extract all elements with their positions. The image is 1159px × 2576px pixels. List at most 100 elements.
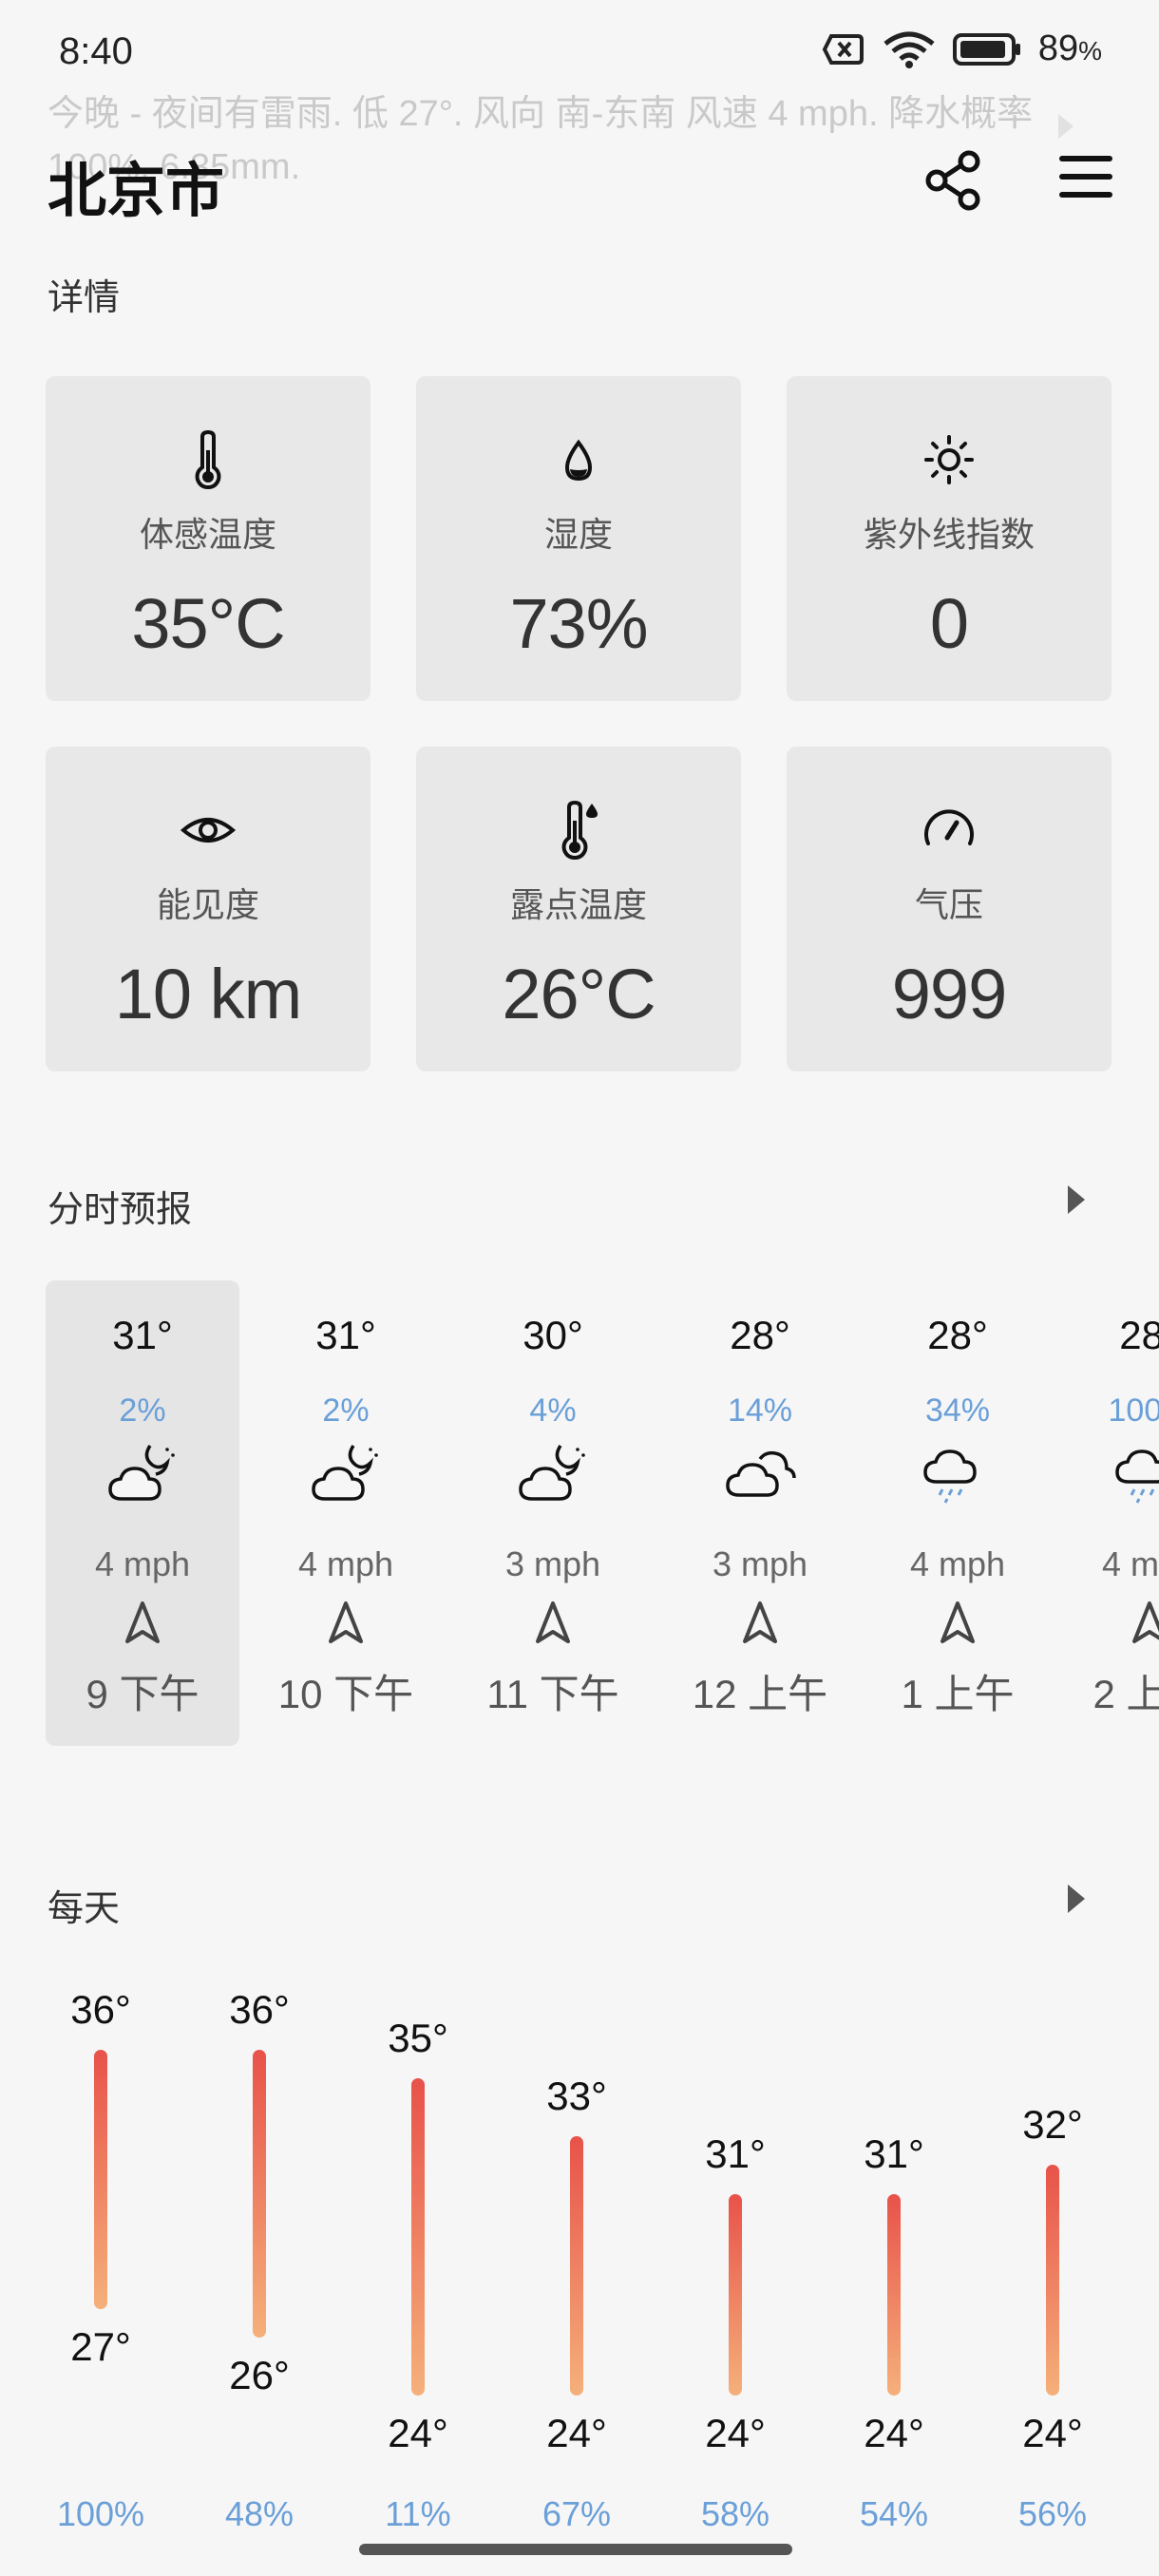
hourly-item[interactable]: 28° 14% 3 mph 12 上午 (663, 1280, 857, 1746)
hourly-item[interactable]: 31° 2% 4 mph 10 下午 (249, 1280, 443, 1746)
wind-direction-icon (939, 1600, 977, 1645)
daily-item[interactable]: 36° 26° 48% (183, 1957, 335, 2546)
day-high-temp: 35° (388, 2016, 448, 2061)
hour-precip: 14% (727, 1392, 793, 1429)
humidity-card[interactable]: 湿度 73% (416, 376, 741, 701)
card-value: 0 (929, 584, 969, 663)
day-low-temp: 24° (705, 2411, 766, 2455)
hourly-forecast-list[interactable]: 31° 2% 4 mph 9 下午 31° 2% 4 mph 10 下午 30°… (46, 1280, 1159, 1746)
hour-precip: 34% (924, 1392, 991, 1429)
menu-icon (1059, 156, 1112, 161)
drizzle-icon (920, 1440, 996, 1506)
day-temp-range-bar (94, 2050, 107, 2309)
hour-temp: 31° (112, 1313, 173, 1357)
daily-section-title: 每天 (48, 1889, 121, 1929)
day-low-temp: 24° (864, 2411, 924, 2455)
hour-temp: 30° (522, 1313, 583, 1357)
hour-precip: 2% (322, 1392, 370, 1429)
status-icons: 89% (822, 28, 1102, 69)
day-temp-range-bar (729, 2193, 742, 2396)
hourly-expand-icon[interactable] (1068, 1185, 1085, 1214)
wind-direction-icon (124, 1600, 162, 1645)
day-high-temp: 32° (1022, 2102, 1083, 2148)
card-value: 10 km (114, 955, 303, 1033)
day-temp-range-bar (887, 2193, 901, 2396)
details-section-title: 详情 (48, 278, 121, 318)
day-precip: 11% (385, 2494, 451, 2533)
daily-expand-icon[interactable] (1068, 1885, 1085, 1913)
wind-direction-icon (1130, 1600, 1159, 1645)
hour-time: 10 下午 (277, 1672, 414, 1716)
card-label: 露点温度 (509, 885, 647, 924)
hour-time: 12 上午 (692, 1672, 828, 1716)
hourly-item[interactable]: 28° 100% 4 mph 2 上午 (1053, 1280, 1159, 1746)
status-time: 8:40 (59, 30, 133, 72)
home-indicator[interactable] (359, 2544, 792, 2555)
daily-item[interactable]: 31° 24° 58% (659, 1957, 811, 2546)
day-temp-range-bar (253, 2050, 266, 2339)
daily-item[interactable]: 31° 24° 54% (818, 1957, 970, 2546)
dew-point-thermometer-icon (561, 800, 598, 861)
hour-time: 2 上午 (1092, 1672, 1159, 1716)
humidity-drop-icon (564, 439, 593, 482)
hourly-item[interactable]: 31° 2% 4 mph 9 下午 (46, 1280, 239, 1746)
day-temp-range-bar (1046, 2165, 1059, 2396)
day-precip: 58% (700, 2494, 770, 2533)
feels-like-card[interactable]: 体感温度 35°C (46, 376, 370, 701)
hour-temp: 28° (927, 1313, 988, 1357)
hour-temp: 28° (1119, 1313, 1159, 1357)
daily-item[interactable]: 36° 27° 100% (25, 1957, 177, 2546)
visibility-eye-icon (180, 818, 237, 843)
hour-precip: 100% (1108, 1392, 1159, 1429)
pressure-card[interactable]: 气压 999 (787, 747, 1112, 1071)
wind-direction-icon (534, 1600, 572, 1645)
city-title: 北京市 (48, 159, 225, 224)
day-high-temp: 33° (546, 2074, 607, 2118)
daily-item[interactable]: 32° 24° 56% (977, 1957, 1129, 2546)
hour-wind: 4 mph (909, 1544, 1006, 1583)
hour-precip: 4% (529, 1392, 577, 1429)
uv-sun-icon (924, 435, 974, 484)
cloud-icon (722, 1440, 798, 1506)
details-grid: 体感温度 35°C 湿度 73% 紫外线指数 0 能见度 10 km 露点温度 … (46, 376, 1113, 1071)
daily-forecast-list[interactable]: 36° 27° 100% 36° 26° 48% 35° 24° 11% 33° 24° 67% 31°… (0, 1957, 1159, 2565)
visibility-card[interactable]: 能见度 10 km (46, 747, 370, 1071)
day-high-temp: 36° (70, 1987, 131, 2032)
day-precip: 100% (56, 2494, 145, 2533)
card-value: 35°C (131, 584, 285, 663)
day-precip: 56% (1017, 2494, 1088, 2533)
hourly-item[interactable]: 30° 4% 3 mph 11 下午 (456, 1280, 650, 1746)
day-temp-range-bar (570, 2136, 583, 2396)
hour-precip: 2% (119, 1392, 166, 1429)
card-value: 999 (891, 955, 1007, 1033)
daily-item[interactable]: 35° 24° 11% (342, 1957, 494, 2546)
daily-item[interactable]: 33° 24° 67% (501, 1957, 653, 2546)
hour-temp: 31° (315, 1313, 376, 1357)
cloudy-night-icon (104, 1440, 180, 1506)
menu-button[interactable] (1059, 156, 1116, 203)
day-precip: 48% (224, 2494, 294, 2533)
hour-temp: 28° (730, 1313, 790, 1357)
cloudy-night-icon (308, 1440, 384, 1506)
card-value: 26°C (502, 955, 656, 1033)
uv-index-card[interactable]: 紫外线指数 0 (787, 376, 1112, 701)
day-low-temp: 24° (388, 2411, 448, 2455)
dew-point-card[interactable]: 露点温度 26°C (416, 747, 741, 1071)
hourly-section-title: 分时预报 (48, 1190, 193, 1230)
day-low-temp: 24° (1022, 2411, 1083, 2455)
hour-time: 9 下午 (86, 1672, 200, 1716)
hour-time: 1 上午 (901, 1672, 1015, 1716)
day-precip: 67% (542, 2494, 612, 2533)
card-label: 能见度 (156, 885, 259, 924)
card-label: 紫外线指数 (863, 515, 1035, 554)
share-button[interactable] (922, 148, 986, 213)
hour-wind: 4 mph (1101, 1544, 1159, 1583)
wifi-icon (884, 31, 935, 68)
day-low-temp: 24° (546, 2411, 607, 2455)
hourly-item[interactable]: 28° 34% 4 mph 1 上午 (861, 1280, 1054, 1746)
card-label: 湿度 (543, 515, 613, 554)
day-temp-range-bar (411, 2078, 425, 2396)
day-low-temp: 26° (229, 2353, 290, 2398)
hour-wind: 3 mph (504, 1544, 601, 1583)
battery-level: 89% (1037, 28, 1102, 68)
